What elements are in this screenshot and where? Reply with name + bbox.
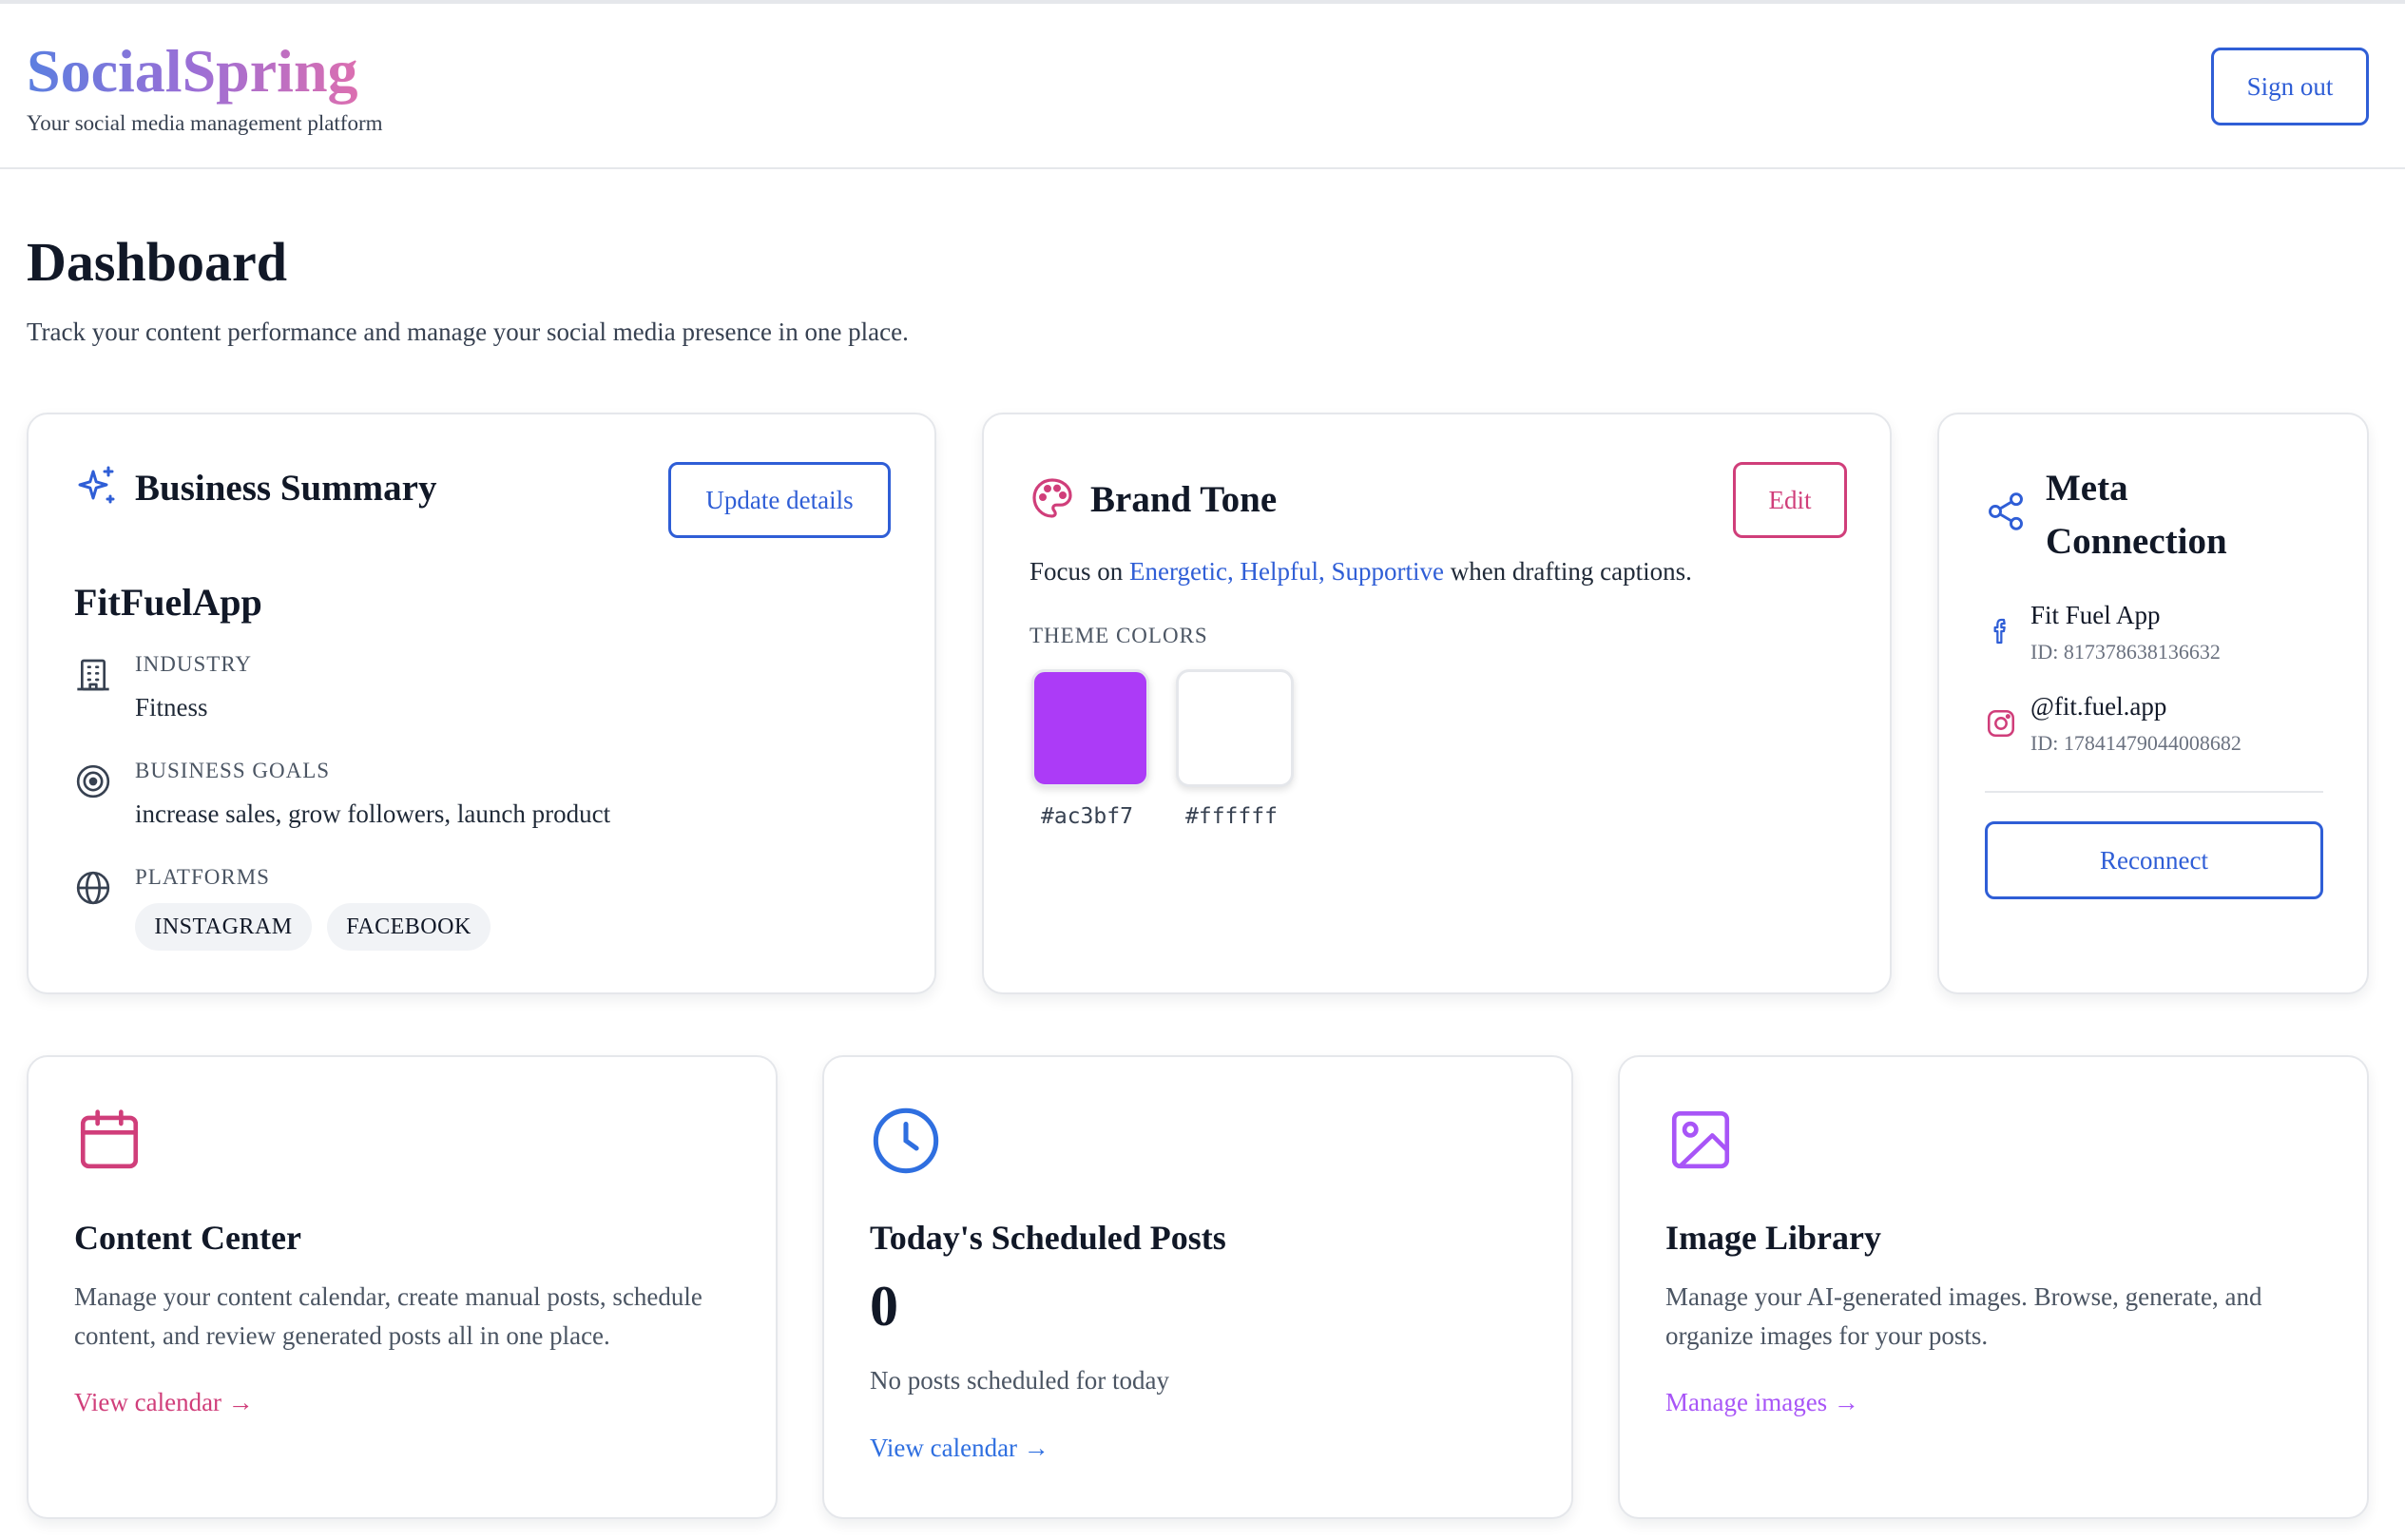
meta-connection-title: Meta Connection [2046,468,2227,562]
facebook-page-id: ID: 817378638136632 [2030,640,2221,664]
tone-prefix: Focus on [1029,557,1130,586]
content-center-description: Manage your content calendar, create man… [74,1282,702,1350]
theme-color-swatch [1031,669,1149,787]
image-icon [1665,1105,1736,1180]
share-icon [1985,491,2027,537]
meta-connection-card: Meta Connection Fit Fuel App ID: 81737863… [1937,413,2369,994]
platforms-label: PLATFORMS [135,865,270,889]
calendar-icon [74,1105,144,1180]
building-icon [74,656,112,699]
reconnect-button[interactable]: Reconnect [1985,821,2323,899]
image-library-description: Manage your AI-generated images. Browse,… [1665,1282,2262,1350]
sparkles-icon [74,464,120,514]
globe-icon [74,869,112,912]
theme-colors-label: THEME COLORS [1029,624,1208,647]
app-logo[interactable]: SocialSpring [27,38,358,105]
update-details-button[interactable]: Update details [668,462,891,538]
manage-images-link[interactable]: Manage images → [1665,1388,1859,1417]
tone-keyword: Helpful [1240,557,1318,586]
palette-icon [1029,475,1075,526]
image-library-card: Image Library Manage your AI-generated i… [1618,1055,2369,1519]
business-summary-title: Business Summary [135,468,437,509]
scheduled-posts-card: Today's Scheduled Posts 0 No posts sched… [822,1055,1573,1519]
brand-tone-description: Focus on Energetic, Helpful, Supportive … [1029,557,1692,586]
business-summary-card: Business Summary Update details FitFuelA… [27,413,936,994]
industry-value: Fitness [135,693,208,722]
page-title: Dashboard [27,231,287,293]
brand-tone-title: Brand Tone [1090,479,1278,520]
tone-suffix: when drafting captions. [1443,557,1692,586]
content-center-title: Content Center [74,1219,301,1257]
business-goals-value: increase sales, grow followers, launch p… [135,799,611,828]
industry-label: INDUSTRY [135,652,253,676]
app-tagline: Your social media management platform [27,111,383,135]
page-subtitle: Track your content performance and manag… [27,318,909,346]
sign-out-button[interactable]: Sign out [2211,48,2369,125]
platform-chip-facebook: FACEBOOK [327,903,491,951]
scheduled-posts-count: 0 [870,1275,898,1338]
facebook-icon [1985,614,2015,653]
image-library-title: Image Library [1665,1219,1881,1257]
brand-tone-card: Brand Tone Edit Focus on Energetic, Help… [982,413,1892,994]
content-center-card: Content Center Manage your content calen… [27,1055,778,1519]
business-goals-label: BUSINESS GOALS [135,759,331,782]
facebook-page-name: Fit Fuel App [2030,601,2161,629]
business-name: FitFuelApp [74,581,262,624]
instagram-handle: @fit.fuel.app [2030,692,2167,721]
tone-keyword: Supportive [1331,557,1444,586]
view-calendar-link[interactable]: View calendar → [74,1388,254,1417]
instagram-account-id: ID: 17841479044008682 [2030,731,2241,755]
theme-color-swatch [1176,669,1294,787]
scheduled-posts-empty-text: No posts scheduled for today [870,1366,1169,1395]
divider [1985,791,2323,793]
platform-chip-instagram: INSTAGRAM [135,903,312,951]
instagram-icon [1985,707,2017,744]
tone-keyword: Energetic [1129,557,1227,586]
theme-color-code: #ac3bf7 [1041,804,1133,829]
clock-icon [870,1105,942,1182]
app-header: SocialSpring Your social media managemen… [0,4,2405,169]
target-icon [74,762,112,805]
theme-color-code: #ffffff [1185,804,1278,829]
edit-brand-tone-button[interactable]: Edit [1733,462,1847,538]
scheduled-posts-title: Today's Scheduled Posts [870,1219,1226,1257]
view-calendar-link[interactable]: View calendar → [870,1434,1049,1463]
